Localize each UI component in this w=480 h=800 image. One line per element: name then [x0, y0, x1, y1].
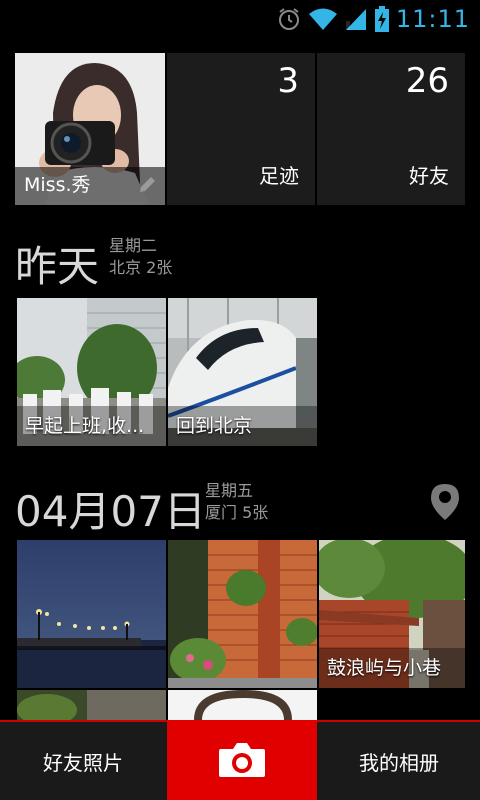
photo-tile[interactable] — [168, 540, 317, 688]
location-pin-icon[interactable] — [428, 482, 462, 522]
footprints-label: 足迹 — [259, 164, 299, 188]
photo-caption: 鼓浪屿与小巷 — [327, 657, 442, 679]
photo-caption: 早起上班,收... — [25, 415, 145, 437]
photo-night-pier — [17, 540, 166, 688]
signal-icon — [345, 9, 366, 30]
my-album-tab[interactable]: 我的相册 — [318, 722, 480, 800]
footprints-count: 3 — [277, 61, 299, 101]
group-summary: 北京 2张 — [109, 258, 173, 277]
status-bar: 11:11 — [0, 0, 480, 38]
my-album-label: 我的相册 — [359, 750, 439, 775]
profile-name: Miss.秀 — [24, 174, 91, 196]
status-icons: 11:11 — [276, 4, 470, 34]
edit-pencil-icon[interactable] — [137, 175, 157, 195]
battery-charging-icon — [374, 6, 389, 32]
photo-tile[interactable]: 早起上班,收... — [17, 298, 166, 446]
bottom-nav-bar: 好友照片 我的相册 — [0, 720, 480, 800]
photo-tile[interactable]: 鼓浪屿与小巷 — [319, 540, 465, 688]
friends-count: 26 — [405, 61, 449, 101]
profile-row: Miss.秀 3 足迹 26 好友 — [15, 53, 465, 205]
date-header-yesterday: 昨天 星期二 北京 2张 — [15, 233, 315, 293]
camera-icon — [219, 743, 265, 777]
friends-stat-tile[interactable]: 26 好友 — [317, 53, 465, 205]
friends-photos-tab[interactable]: 好友照片 — [0, 722, 166, 800]
photo-partial-portrait — [168, 690, 317, 720]
group-meta: 星期五 厦门 5张 — [205, 480, 268, 524]
group-meta: 星期二 北京 2张 — [109, 235, 172, 279]
group-summary: 厦门 5张 — [205, 503, 269, 522]
date-header-0407: 04月07日 星期五 厦门 5张 — [15, 478, 315, 538]
alarm-icon — [278, 8, 299, 30]
photo-caption: 回到北京 — [176, 415, 253, 437]
photo-partial-green — [17, 690, 166, 720]
wifi-icon — [308, 8, 337, 30]
photo-tile[interactable] — [17, 690, 166, 720]
camera-button[interactable] — [167, 720, 317, 800]
friends-photos-label: 好友照片 — [43, 750, 123, 775]
photo-tile[interactable] — [168, 690, 317, 720]
photo-tile[interactable] — [17, 540, 166, 688]
avatar-tile[interactable]: Miss.秀 — [15, 53, 165, 205]
group-weekday: 星期五 — [205, 481, 254, 500]
friends-label: 好友 — [409, 164, 449, 188]
group-date: 04月07日 — [15, 487, 206, 536]
group-weekday: 星期二 — [109, 236, 158, 255]
clock: 11:11 — [395, 5, 470, 33]
footprints-stat-tile[interactable]: 3 足迹 — [167, 53, 315, 205]
group-date: 昨天 — [15, 242, 100, 291]
photo-brick-alley — [168, 540, 317, 688]
photo-tile[interactable]: 回到北京 — [168, 298, 317, 446]
